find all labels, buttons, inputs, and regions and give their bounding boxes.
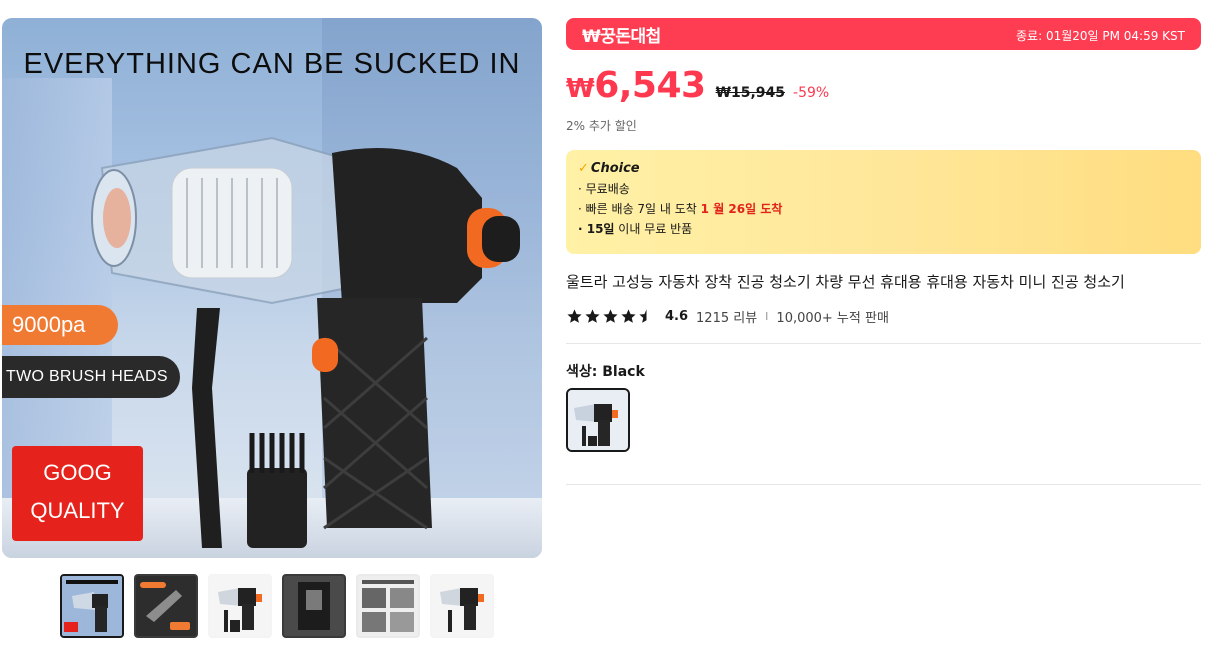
color-label: 색상: Black (566, 361, 645, 381)
product-title: 울트라 고성능 자동차 장착 진공 청소기 차량 무선 휴대용 휴대용 자동차 … (566, 273, 1125, 291)
deal-end-time: 종료: 01월20일 PM 04:59 KST (1016, 29, 1185, 43)
choice-fast-delivery-text: · 빠른 배송 7일 내 도착 (578, 202, 701, 216)
choice-free-shipping: · 무료배송 (578, 182, 630, 196)
check-icon: ✓ (578, 161, 589, 176)
choice-return-days: · 15일 (578, 222, 615, 236)
thumbnail-2[interactable] (134, 574, 198, 638)
pressure-badge: 9000pa (2, 305, 118, 345)
swatch-vacuum-icon (568, 390, 628, 450)
choice-return-text: 이내 무료 반품 (614, 222, 693, 236)
price-row: ₩6,543 ₩15,945 -59% (566, 65, 829, 106)
rating-separator: I (765, 310, 769, 323)
current-price: ₩6,543 (566, 65, 706, 106)
color-label-text: 색상: (566, 364, 603, 380)
deal-logo: ₩꿍돈대첩 (582, 27, 661, 47)
thumbnail-1[interactable] (60, 574, 124, 638)
rating-row: 4.6 1215 리뷰 I 10,000+ 누적 판매 (566, 307, 889, 326)
divider (566, 484, 1201, 485)
rating-value: 4.6 (665, 309, 689, 324)
star-half-icon (639, 309, 654, 323)
thumbnail-6[interactable] (430, 574, 494, 638)
quality-badge-line1: GOOG (43, 460, 112, 485)
thumbnail-vacuum-icon (358, 576, 418, 636)
image-headline: EVERYTHING CAN BE SUCKED IN (23, 48, 521, 80)
choice-logo-text: Choice (590, 161, 640, 176)
main-product-image[interactable]: EVERYTHING CAN BE SUCKED IN 9000pa TWO B… (2, 18, 542, 558)
quality-badge-line2: QUALITY (30, 498, 125, 523)
review-count[interactable]: 1215 리뷰 (696, 307, 757, 326)
rating-stars[interactable] (566, 308, 655, 325)
thumbnail-vacuum-icon (136, 576, 196, 636)
star-full-icon (621, 309, 636, 323)
color-swatch-black[interactable] (566, 388, 630, 452)
thumbnail-vacuum-icon (210, 576, 270, 636)
thumbnail-5[interactable] (356, 574, 420, 638)
thumbnail-3[interactable] (208, 574, 272, 638)
star-full-icon (603, 309, 618, 323)
currency-symbol: ₩ (566, 74, 595, 104)
choice-delivery-date: 1 월 26일 도착 (700, 202, 783, 216)
choice-free-return: · 15일 이내 무료 반품 (578, 223, 1189, 236)
divider (566, 343, 1201, 344)
thumbnail-strip (60, 574, 494, 638)
color-label-value: Black (602, 364, 645, 380)
current-price-value: 6,543 (594, 65, 706, 106)
quality-badge: GOOG QUALITY (12, 446, 143, 541)
original-price: ₩15,945 (715, 85, 786, 101)
sold-count: 10,000+ 누적 판매 (776, 311, 889, 326)
choice-logo: ✓ Choice (578, 161, 1189, 176)
star-full-icon (567, 309, 582, 323)
choice-box[interactable]: ✓ Choice · 무료배송 · 빠른 배송 7일 내 도착 1 월 26일 … (566, 150, 1201, 254)
deal-banner[interactable]: ₩꿍돈대첩 종료: 01월20일 PM 04:59 KST (566, 18, 1201, 50)
thumbnail-vacuum-icon (62, 576, 122, 636)
brush-heads-badge: TWO BRUSH HEADS (2, 356, 180, 398)
thumbnail-vacuum-icon (432, 576, 492, 636)
thumbnail-vacuum-icon (284, 576, 344, 636)
thumbnail-4[interactable] (282, 574, 346, 638)
discount-percent: -59% (793, 85, 830, 101)
star-full-icon (585, 309, 600, 323)
extra-discount: 2% 추가 할인 (566, 119, 637, 133)
choice-fast-delivery: · 빠른 배송 7일 내 도착 1 월 26일 도착 (578, 203, 1189, 216)
